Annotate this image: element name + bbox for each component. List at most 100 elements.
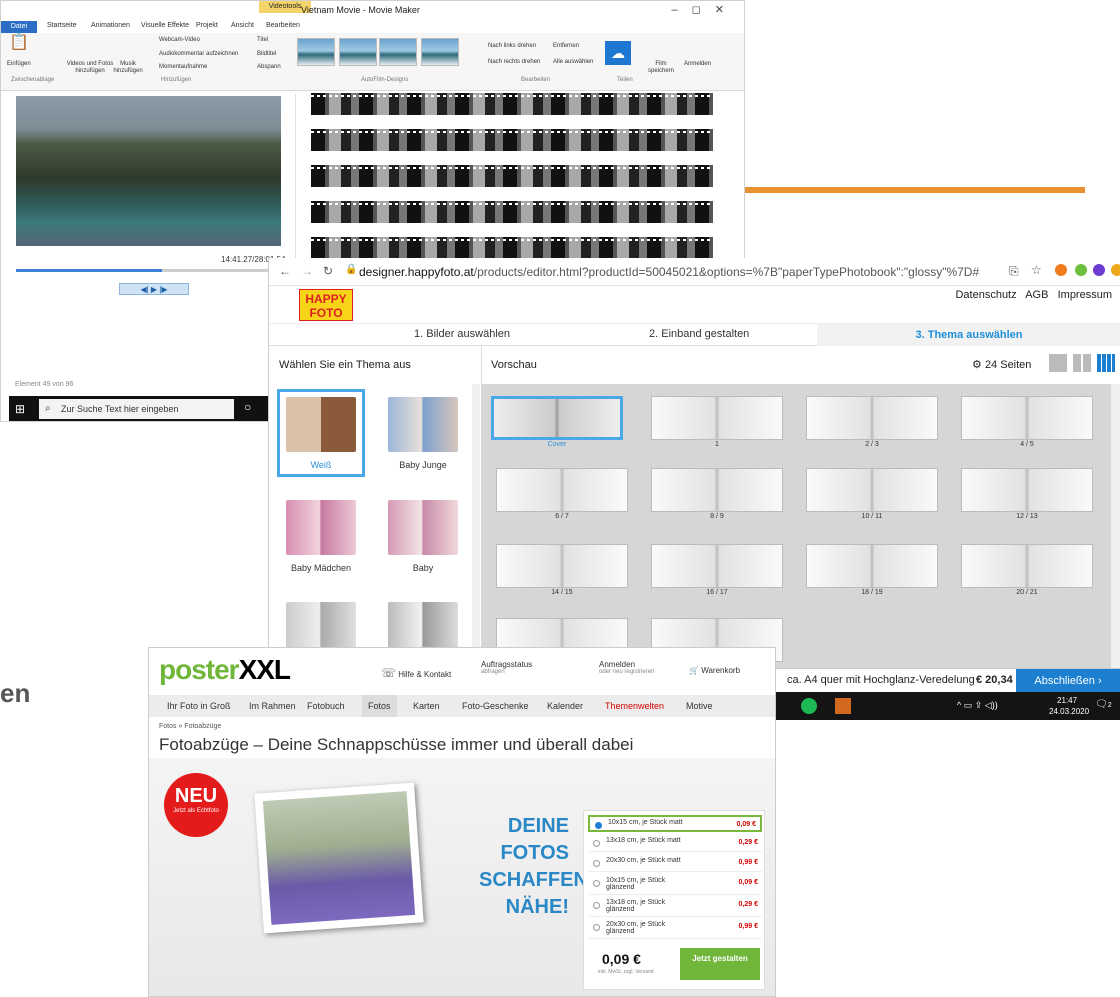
- rotate-right-button[interactable]: Nach rechts drehen: [488, 59, 540, 66]
- add-music-button[interactable]: Musik hinzufügen: [111, 61, 145, 75]
- page-spread[interactable]: 10 / 11: [806, 468, 938, 523]
- cart-link[interactable]: 🛒 Warenkorb: [689, 666, 740, 675]
- radio[interactable]: [593, 924, 600, 931]
- forward-icon[interactable]: →: [301, 264, 313, 278]
- theme-card[interactable]: Weiß: [277, 389, 365, 477]
- tray-icons[interactable]: ^ ▭ ⇪ ◁)): [957, 700, 998, 711]
- nav-item[interactable]: Im Rahmen: [249, 695, 296, 717]
- window-controls[interactable]: –◻✕: [672, 3, 738, 16]
- radio[interactable]: [593, 860, 600, 867]
- help-link[interactable]: ☏ Hilfe & Kontakt: [381, 666, 451, 680]
- page-spread[interactable]: 2 / 3: [806, 396, 938, 451]
- clip-row[interactable]: [311, 201, 713, 223]
- storyboard[interactable]: [311, 93, 736, 261]
- nav-item[interactable]: Ihr Foto in Groß: [167, 695, 231, 717]
- view-single-icon[interactable]: [1049, 354, 1067, 372]
- size-option[interactable]: 13x18 cm, je Stück glänzend 0,29 €: [588, 897, 762, 917]
- url-field[interactable]: designer.happyfoto.at/products/editor.ht…: [359, 262, 979, 282]
- tab-home[interactable]: Startseite: [47, 22, 77, 29]
- windows-start-icon[interactable]: ⊞: [15, 402, 25, 416]
- back-icon[interactable]: ←: [279, 264, 291, 278]
- rotate-left-button[interactable]: Nach links drehen: [488, 43, 536, 50]
- narration-button[interactable]: Audiokommentar aufzeichnen: [159, 51, 238, 58]
- nav-item[interactable]: Karten: [413, 695, 440, 717]
- link-privacy[interactable]: Datenschutz: [955, 289, 1016, 301]
- tab-file[interactable]: Datei: [1, 21, 37, 33]
- app-icon[interactable]: [835, 698, 851, 714]
- clip-row[interactable]: [311, 165, 713, 187]
- select-all-button[interactable]: Alle auswählen: [553, 59, 593, 66]
- radio[interactable]: [593, 840, 600, 847]
- autofilm-theme-2[interactable]: [339, 38, 377, 66]
- page-spread[interactable]: 12 / 13: [961, 468, 1093, 523]
- step-select-images[interactable]: 1. Bilder auswählen: [414, 328, 510, 340]
- radio[interactable]: [595, 822, 602, 829]
- nav-item[interactable]: Fotobuch: [307, 695, 345, 717]
- link-imprint[interactable]: Impressum: [1058, 289, 1112, 301]
- finish-button[interactable]: Abschließen ›: [1016, 669, 1120, 693]
- tab-edit[interactable]: Bearbeiten: [266, 22, 300, 29]
- step-theme[interactable]: 3. Thema auswählen: [817, 324, 1120, 346]
- radio[interactable]: [593, 880, 600, 887]
- login-link[interactable]: Anmelden oder neu registrieren: [599, 660, 654, 675]
- remove-button[interactable]: Entfernen: [553, 43, 579, 50]
- bookmark-star-icon[interactable]: ☆: [1031, 263, 1042, 277]
- page-spread[interactable]: 20 / 21: [961, 544, 1093, 599]
- size-option[interactable]: 10x15 cm, je Stück glänzend 0,09 €: [588, 875, 762, 895]
- notification-icon[interactable]: 🗨2: [1095, 699, 1112, 710]
- extension-icon[interactable]: [1111, 264, 1120, 276]
- theme-card[interactable]: Baby Mädchen: [277, 492, 365, 580]
- pages-setting[interactable]: ⚙ 24 Seiten: [972, 358, 1031, 371]
- size-option[interactable]: 20x30 cm, je Stück glänzend 0,99 €: [588, 919, 762, 939]
- nav-item[interactable]: Kalender: [547, 695, 583, 717]
- order-status-link[interactable]: Auftragsstatus abfragen: [481, 660, 532, 675]
- spotify-icon[interactable]: [801, 698, 817, 714]
- clip-row[interactable]: [311, 93, 713, 115]
- size-option[interactable]: 13x18 cm, je Stück matt 0,29 €: [588, 835, 762, 852]
- step-cover[interactable]: 2. Einband gestalten: [649, 328, 749, 340]
- theme-card[interactable]: Baby Junge: [379, 389, 467, 477]
- playback-controls[interactable]: ◀| ▶ |▶: [119, 283, 189, 295]
- design-now-button[interactable]: Jetzt gestalten: [680, 948, 760, 980]
- add-videos-button[interactable]: Videos und Fotos hinzufügen: [66, 61, 114, 75]
- page-spread[interactable]: Cover: [491, 396, 623, 451]
- clip-row[interactable]: [311, 129, 713, 151]
- save-movie-button[interactable]: Film speichern: [647, 61, 675, 75]
- title-button[interactable]: Titel: [257, 37, 268, 44]
- clip-row[interactable]: [311, 237, 713, 259]
- scrollbar[interactable]: [1111, 384, 1120, 674]
- page-spread[interactable]: 8 / 9: [651, 468, 783, 523]
- nav-item[interactable]: Fotos: [362, 695, 397, 717]
- extension-icon[interactable]: [1055, 264, 1067, 276]
- link-terms[interactable]: AGB: [1025, 289, 1048, 301]
- extension-icon[interactable]: [1075, 264, 1087, 276]
- profile-avatar[interactable]: [1093, 264, 1105, 276]
- posterxxl-logo[interactable]: posterXXL: [159, 654, 291, 686]
- signin-button[interactable]: Anmelden: [684, 61, 711, 68]
- onedrive-icon[interactable]: ☁: [605, 41, 631, 65]
- video-preview[interactable]: [16, 96, 281, 246]
- autofilm-theme-4[interactable]: [421, 38, 459, 66]
- size-option[interactable]: 10x15 cm, je Stück matt 0,09 €: [588, 815, 762, 832]
- nav-item[interactable]: Themenwelten: [605, 695, 664, 717]
- tab-visual-effects[interactable]: Visuelle Effekte: [141, 22, 189, 29]
- page-spread[interactable]: 1: [651, 396, 783, 451]
- nav-item[interactable]: Foto-Geschenke: [462, 695, 529, 717]
- scrollbar[interactable]: [472, 384, 480, 674]
- cortana-icon[interactable]: ○: [244, 400, 251, 414]
- happyfoto-logo[interactable]: HAPPY FOTO: [299, 289, 353, 321]
- view-dense-grid-icon[interactable]: [1097, 354, 1115, 372]
- page-spread[interactable]: 6 / 7: [496, 468, 628, 523]
- snapshot-button[interactable]: Momentaufnahme: [159, 64, 207, 71]
- webcam-button[interactable]: Webcam-Video: [159, 37, 200, 44]
- credits-button[interactable]: Abspann: [257, 64, 281, 71]
- tab-view[interactable]: Ansicht: [231, 22, 254, 29]
- nav-item[interactable]: Motive: [686, 695, 713, 717]
- seek-bar[interactable]: [16, 269, 281, 272]
- autofilm-theme-3[interactable]: [379, 38, 417, 66]
- view-grid-icon[interactable]: [1073, 354, 1091, 372]
- caption-button[interactable]: Bildtitel: [257, 51, 276, 58]
- tab-project[interactable]: Projekt: [196, 22, 218, 29]
- taskbar-search[interactable]: ⌕ Zur Suche Text hier eingeben: [39, 399, 234, 419]
- size-option[interactable]: 20x30 cm, je Stück matt 0,99 €: [588, 855, 762, 872]
